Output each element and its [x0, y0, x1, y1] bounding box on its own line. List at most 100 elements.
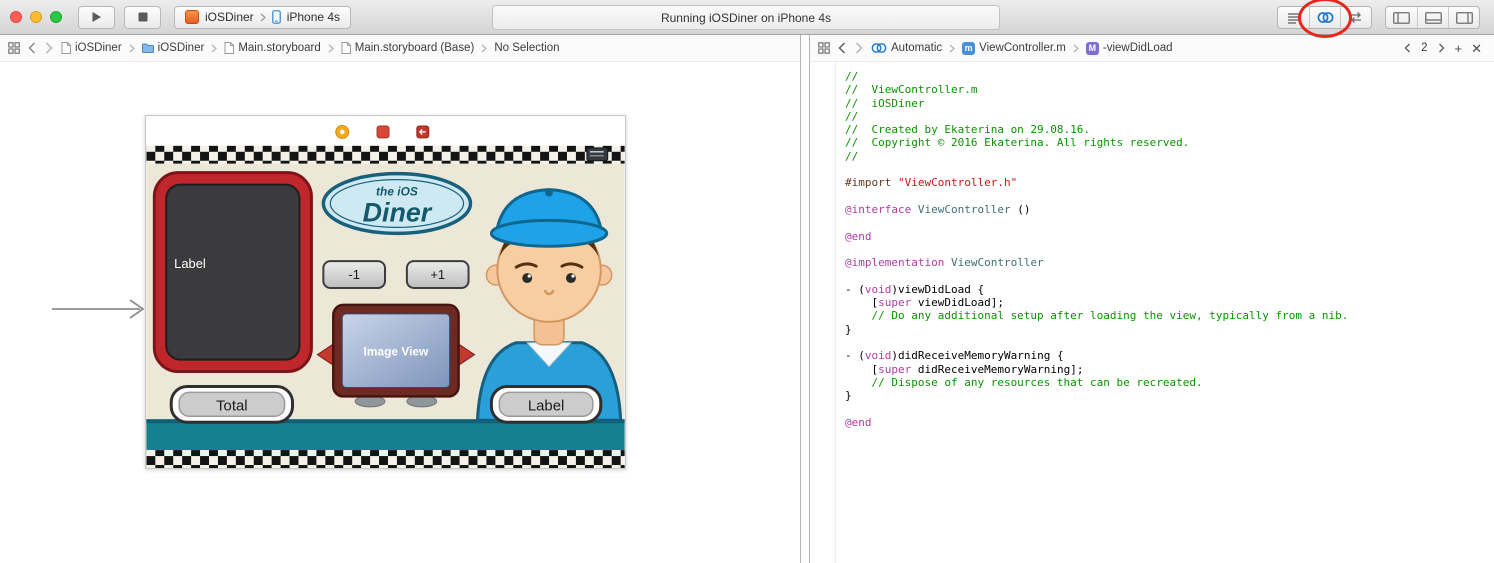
back-button[interactable]: [27, 42, 37, 54]
minus-button[interactable]: -1: [322, 260, 386, 290]
scheme-selector[interactable]: iOSDiner iPhone 4s: [174, 5, 352, 29]
total-button[interactable]: Total: [169, 384, 295, 424]
objc-file-icon: m: [962, 41, 976, 55]
chevron-separator-icon: [1073, 44, 1079, 52]
window-zoom-button[interactable]: [50, 11, 62, 23]
code-line[interactable]: [super didReceiveMemoryWarning];: [845, 363, 1494, 376]
scheme-name[interactable]: iOSDiner: [205, 10, 254, 24]
code-line[interactable]: }: [845, 323, 1494, 336]
code-line[interactable]: @interface ViewController (): [845, 203, 1494, 216]
breadcrumb-assistant-mode[interactable]: Automatic: [871, 42, 942, 54]
code-line[interactable]: // Dispose of any resources that can be …: [845, 376, 1494, 389]
pane-splitter[interactable]: [801, 35, 810, 563]
code-line[interactable]: #import "ViewController.h": [845, 176, 1494, 189]
assistant-editor-button[interactable]: [1298, 0, 1352, 38]
code-line[interactable]: [845, 402, 1494, 415]
code-line[interactable]: [845, 190, 1494, 203]
window-minimize-button[interactable]: [30, 11, 42, 23]
code-line[interactable]: [845, 163, 1494, 176]
file-icon: [61, 42, 71, 54]
breadcrumb-method[interactable]: M -viewDidLoad: [1085, 41, 1173, 55]
next-counterpart-button[interactable]: [1437, 43, 1446, 53]
code-lines[interactable]: //// ViewController.m// iOSDiner//// Cre…: [836, 62, 1494, 563]
code-line[interactable]: @end: [845, 416, 1494, 429]
chevron-separator-icon: [949, 44, 956, 52]
device-name[interactable]: iPhone 4s: [287, 10, 340, 24]
price-label[interactable]: Label: [489, 384, 603, 424]
diner-logo[interactable]: the iOS Diner: [321, 171, 473, 236]
code-line[interactable]: [845, 269, 1494, 282]
close-assistant-button[interactable]: ✕: [1471, 42, 1482, 55]
code-line[interactable]: [845, 243, 1494, 256]
breadcrumb-file[interactable]: m ViewController.m: [962, 41, 1066, 55]
version-editor-icon: [1351, 12, 1361, 23]
initial-vc-arrow[interactable]: [50, 297, 148, 321]
file-icon: [224, 42, 235, 54]
code-line[interactable]: }: [845, 389, 1494, 402]
workspace: iOSDiner iOSDiner Main.storyboard Main.s…: [0, 35, 1494, 563]
utilities-panel-button[interactable]: [1448, 7, 1479, 28]
minus-button-label: -1: [348, 267, 359, 282]
window-close-button[interactable]: [10, 11, 22, 23]
total-button-label: Total: [216, 398, 248, 414]
forward-button[interactable]: [44, 42, 54, 54]
navigator-panel-icon: [1393, 11, 1410, 24]
stop-button[interactable]: [124, 5, 161, 29]
code-line[interactable]: //: [845, 110, 1494, 123]
add-assistant-button[interactable]: +: [1455, 42, 1463, 55]
run-button[interactable]: [78, 5, 115, 29]
previous-counterpart-button[interactable]: [1403, 43, 1412, 53]
related-items-icon[interactable]: [8, 42, 20, 54]
breadcrumb-storyboard[interactable]: Main.storyboard: [224, 42, 321, 54]
counterpart-counter: 2: [1421, 42, 1428, 54]
code-line[interactable]: @implementation ViewController: [845, 256, 1494, 269]
view-controller-scene[interactable]: Label the iOS Diner -1 +1 Image View Tot…: [145, 115, 626, 469]
assistant-editor-pane: Automatic m ViewController.m M -viewDidL…: [810, 35, 1494, 563]
breadcrumb-group[interactable]: iOSDiner: [141, 42, 205, 54]
editor-gutter: [810, 62, 836, 563]
code-line[interactable]: //: [845, 150, 1494, 163]
status-text: Running iOSDiner on iPhone 4s: [660, 10, 832, 25]
code-line[interactable]: @end: [845, 230, 1494, 243]
plus-button-label: +1: [430, 267, 445, 282]
breadcrumb-project[interactable]: iOSDiner: [61, 42, 122, 54]
first-responder-icon[interactable]: [376, 125, 390, 139]
left-jump-bar: iOSDiner iOSDiner Main.storyboard Main.s…: [0, 35, 800, 62]
code-line[interactable]: - (void)didReceiveMemoryWarning {: [845, 349, 1494, 362]
code-line[interactable]: [845, 216, 1494, 229]
code-line[interactable]: //: [845, 70, 1494, 83]
method-icon: M: [1085, 41, 1099, 55]
related-items-icon[interactable]: [818, 42, 830, 54]
back-button[interactable]: [837, 42, 847, 54]
breadcrumb-label: -viewDidLoad: [1102, 42, 1173, 54]
code-line[interactable]: [845, 336, 1494, 349]
image-view[interactable]: Image View: [316, 303, 476, 408]
plus-button[interactable]: +1: [405, 260, 470, 290]
storyboard-canvas[interactable]: Label the iOS Diner -1 +1 Image View Tot…: [0, 62, 800, 563]
code-line[interactable]: // iOSDiner: [845, 97, 1494, 110]
toolbar: iOSDiner iPhone 4s Running iOSDiner on i…: [0, 0, 1494, 38]
breadcrumb-label: Main.storyboard: [238, 42, 321, 54]
chalkboard-label[interactable]: Label: [152, 171, 313, 374]
source-editor[interactable]: //// ViewController.m// iOSDiner//// Cre…: [810, 62, 1494, 563]
navigator-panel-button[interactable]: [1386, 7, 1417, 28]
breadcrumb-selection[interactable]: No Selection: [494, 42, 559, 54]
standard-editor-icon: [1287, 12, 1300, 24]
checker-strip-top: [146, 145, 625, 164]
stop-icon: [138, 12, 147, 22]
assistant-icon: [871, 43, 887, 53]
utilities-panel-icon: [1455, 11, 1473, 24]
debug-area-button[interactable]: [1417, 7, 1448, 28]
breadcrumb-label: iOSDiner: [157, 42, 205, 54]
code-line[interactable]: // Do any additional setup after loading…: [845, 309, 1494, 322]
assistant-controls: 2 + ✕: [1403, 42, 1486, 55]
breadcrumb-storyboard-base[interactable]: Main.storyboard (Base): [341, 42, 474, 54]
version-editor-button[interactable]: [1340, 7, 1371, 28]
forward-button[interactable]: [854, 42, 864, 54]
code-line[interactable]: [super viewDidLoad];: [845, 296, 1494, 309]
code-line[interactable]: // Created by Ekaterina on 29.08.16.: [845, 123, 1494, 136]
code-line[interactable]: - (void)viewDidLoad {: [845, 283, 1494, 296]
standard-editor-button[interactable]: [1278, 7, 1309, 28]
code-line[interactable]: // ViewController.m: [845, 83, 1494, 96]
code-line[interactable]: // Copyright © 2016 Ekaterina. All right…: [845, 136, 1494, 149]
